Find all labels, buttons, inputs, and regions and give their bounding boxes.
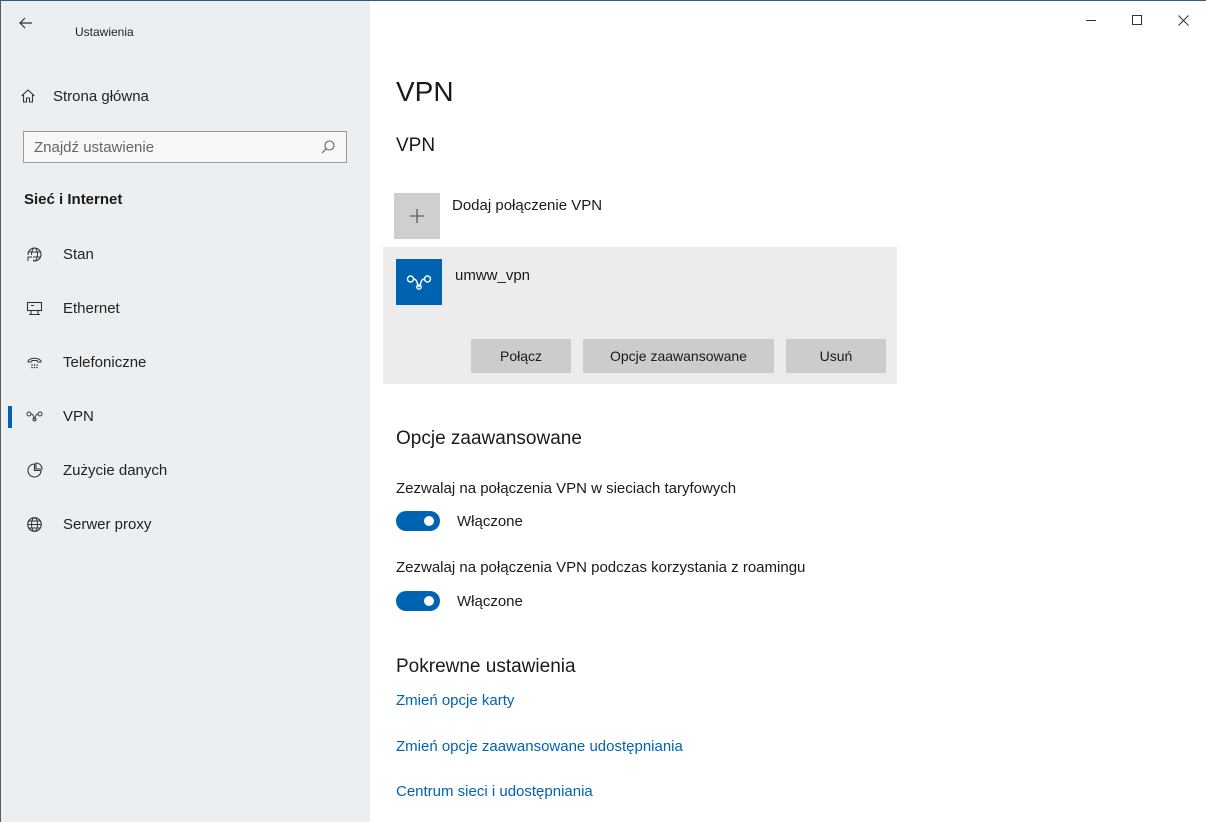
metered-setting-label: Zezwalaj na połączenia VPN w sieciach ta… [396,480,737,497]
home-icon [17,88,39,104]
sidebar-item-dialup[interactable]: Telefoniczne [1,335,370,389]
advanced-options-button[interactable]: Opcje zaawansowane [583,339,774,373]
close-icon [1177,14,1189,26]
globe-icon [25,516,43,533]
advanced-options-heading: Opcje zaawansowane [396,428,582,449]
search-icon[interactable] [320,139,336,160]
search-input[interactable] [24,137,316,157]
search-box[interactable] [23,131,347,163]
sidebar-item-label: Serwer proxy [63,515,152,533]
sidebar-item-home[interactable]: Strona główna [17,81,347,111]
metered-toggle[interactable] [396,511,440,531]
app-title: Ustawienia [75,25,134,39]
close-button[interactable] [1160,0,1206,40]
metered-setting-row: Włączone [396,509,523,533]
toggle-knob [424,596,434,606]
vpn-connection-card[interactable]: umww_vpn Połącz Opcje zaawansowane Usuń [383,247,897,384]
roaming-setting-label: Zezwalaj na połączenia VPN podczas korzy… [396,559,806,576]
maximize-icon [1132,15,1142,25]
change-adapter-options-link[interactable]: Zmień opcje karty [396,692,514,709]
roaming-toggle-state: Włączone [457,592,523,610]
roaming-toggle[interactable] [396,591,440,611]
sidebar-nav: Stan Ethernet Telefoniczne VPN Zużycie d… [1,227,370,551]
back-button[interactable] [19,15,43,37]
toggle-knob [424,516,434,526]
remove-button[interactable]: Usuń [786,339,886,373]
ethernet-icon [25,301,43,316]
roaming-setting-row: Włączone [396,589,523,613]
metered-toggle-state: Włączone [457,512,523,530]
maximize-button[interactable] [1114,0,1160,40]
sidebar-item-proxy[interactable]: Serwer proxy [1,497,370,551]
globe-status-icon [25,246,43,263]
sidebar-item-label: Zużycie danych [63,461,168,479]
add-vpn-label: Dodaj połączenie VPN [452,197,603,214]
connect-button[interactable]: Połącz [471,339,571,373]
window-border-left [0,0,1,822]
data-usage-icon [25,461,43,479]
add-vpn-button[interactable]: Dodaj połączenie VPN [394,193,602,239]
sidebar-item-label: Strona główna [53,87,149,105]
network-sharing-center-link[interactable]: Centrum sieci i udostępniania [396,783,593,800]
vpn-icon [25,410,43,422]
dialup-icon [25,355,43,370]
minimize-icon [1086,20,1096,21]
related-settings-heading: Pokrewne ustawienia [396,656,576,677]
sidebar-item-status[interactable]: Stan [1,227,370,281]
vpn-section-title: VPN [396,135,436,156]
sidebar-item-label: Telefoniczne [63,353,147,371]
sidebar-item-ethernet[interactable]: Ethernet [1,281,370,335]
page-title: VPN [396,76,454,107]
minimize-button[interactable] [1068,0,1114,40]
plus-icon [394,193,440,239]
sidebar-item-label: Stan [63,245,94,263]
section-heading: Sieć i Internet [24,191,123,208]
advanced-sharing-options-link[interactable]: Zmień opcje zaawansowane udostępniania [396,738,683,755]
window-controls [1068,0,1206,40]
vpn-connection-icon [396,259,442,305]
sidebar-item-data-usage[interactable]: Zużycie danych [1,443,370,497]
sidebar: Ustawienia Strona główna Sieć i Internet [1,1,370,822]
sidebar-item-vpn[interactable]: VPN [1,389,370,443]
back-arrow-icon [19,17,32,29]
sidebar-item-label: VPN [63,407,94,425]
sidebar-item-label: Ethernet [63,299,120,317]
vpn-connection-name: umww_vpn [455,267,531,284]
title-bar: Ustawienia [1,1,370,41]
